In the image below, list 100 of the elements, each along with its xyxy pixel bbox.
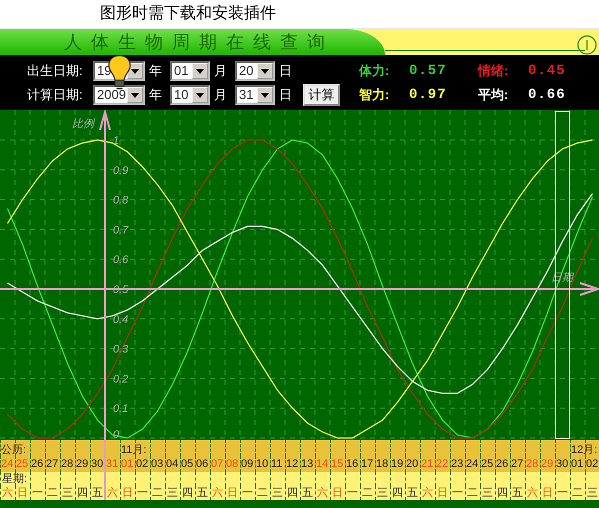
date-label: 27: [46, 457, 58, 472]
date-label: 11: [271, 457, 282, 472]
weekday-label: 二: [572, 486, 583, 500]
month-dropdown[interactable]: 10: [170, 85, 210, 105]
date-label: 23: [451, 457, 464, 472]
weekday-label: 三: [482, 486, 493, 500]
reading-value: 0.57: [409, 62, 448, 80]
date-label: 10: [256, 457, 268, 472]
date-label: 17: [361, 457, 374, 472]
date-label: 26: [496, 457, 508, 472]
weekday-label: 三: [587, 486, 598, 500]
date-label: 24: [466, 457, 478, 472]
weekday-label: 四: [392, 486, 403, 500]
tick-label: 0.2: [113, 373, 128, 386]
caret-icon: [196, 68, 204, 74]
weekday-label: 四: [287, 486, 298, 500]
date-label: 27: [511, 457, 524, 472]
weekday-label: 四: [182, 486, 193, 500]
tick-label: 0.9: [113, 164, 128, 177]
weekday-label: 三: [167, 486, 178, 500]
year-dropdown[interactable]: 2009: [93, 85, 145, 105]
date-label: 29: [541, 457, 554, 472]
reading-label: 智力:: [359, 87, 390, 103]
date-label: 03: [151, 457, 164, 472]
unit-label: 年: [148, 87, 163, 103]
weekday-label: 二: [47, 486, 58, 500]
date-label: 01: [571, 457, 584, 472]
weekday-label: 六: [2, 486, 13, 500]
reading-label: 平均:: [478, 87, 510, 103]
axis-label: 比例: [72, 118, 94, 130]
caret-icon: [261, 92, 269, 98]
weekday-label: 四: [497, 486, 508, 500]
weekday-label: 五: [197, 486, 208, 500]
reading-value: 0.66: [528, 86, 567, 104]
weekday-label: 四: [77, 486, 88, 500]
date-label: 24: [1, 457, 14, 472]
date-label: 18: [376, 457, 388, 472]
date-label: 28: [61, 457, 74, 472]
weekday-label: 三: [377, 486, 388, 500]
date-label: 20: [406, 457, 418, 472]
weekday-label: 二: [257, 486, 268, 500]
date-label: 07: [211, 457, 224, 472]
date-label: 14: [316, 457, 328, 472]
weekday-label: 六: [422, 486, 433, 500]
day-dropdown[interactable]: 31: [235, 85, 275, 105]
weekday-label: 日: [17, 486, 28, 500]
weekday-label: 五: [302, 486, 313, 500]
tick-label: 0.8: [113, 194, 128, 207]
weekday-label: 一: [557, 486, 568, 500]
tick-label: 1: [113, 135, 120, 147]
date-label: 31: [106, 457, 118, 472]
weekday-label: 日: [542, 486, 553, 500]
day-dropdown[interactable]: 20: [235, 61, 275, 81]
date-label: 13: [301, 457, 314, 472]
weekday-label: 日: [122, 486, 133, 500]
weekday-label: 五: [92, 486, 103, 500]
weekday-label: 三: [62, 486, 73, 500]
date-label: 01: [121, 457, 134, 472]
weekday-label: 日: [437, 486, 448, 500]
calculate-button[interactable]: 计算: [303, 84, 340, 106]
date-label: 30: [556, 457, 568, 472]
caret-icon: [261, 68, 269, 74]
field-label: 出生日期:: [26, 63, 84, 79]
date-label: 15: [331, 457, 344, 472]
date-label: 19: [391, 457, 404, 472]
weekday-label: 一: [137, 486, 148, 500]
weekday-label: 五: [407, 486, 418, 500]
date-label: 09: [241, 457, 254, 472]
tick-label: 0.1: [113, 403, 128, 416]
weekday-label: 六: [212, 486, 223, 500]
date-label: 25: [16, 457, 28, 472]
weekday-label: 二: [152, 486, 163, 500]
tick-label: 0.4: [113, 314, 128, 326]
weekday-label: 日: [227, 486, 238, 500]
unit-label: 日: [278, 63, 293, 79]
unit-label: 年: [148, 63, 163, 79]
date-label: 04: [166, 457, 178, 472]
date-label: 16: [346, 457, 358, 472]
weekday-label: 一: [242, 486, 253, 500]
month-dropdown[interactable]: 01: [170, 61, 210, 81]
unit-label: 月: [213, 87, 228, 103]
page-title: 人体生物周期在线查询: [64, 32, 334, 52]
date-label: 22: [436, 457, 448, 472]
date-label: 29: [76, 457, 88, 472]
weekday-label: 二: [467, 486, 478, 500]
reading-label: 情绪:: [478, 63, 510, 79]
date-label: 26: [31, 457, 44, 472]
notice-text: 图形时需下载和安装插件: [100, 5, 276, 22]
weekday-label: 六: [107, 486, 118, 500]
date-label: 30: [91, 457, 104, 472]
unit-label: 月: [213, 63, 228, 79]
date-label: 12: [286, 457, 298, 472]
weekday-label: 六: [527, 486, 538, 500]
weekday-label: 二: [362, 486, 373, 500]
tick-label: 0.6: [113, 254, 128, 266]
weekday-label: 六: [317, 486, 328, 500]
weekday-label: 一: [32, 486, 43, 500]
reading-value: 0.97: [409, 86, 448, 104]
date-label: 06: [196, 457, 208, 472]
date-label: 21: [421, 457, 434, 472]
